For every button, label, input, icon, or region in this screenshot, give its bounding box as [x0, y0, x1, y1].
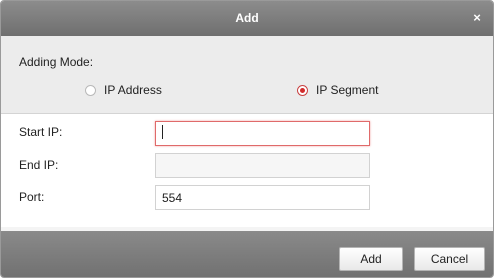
radio-ip-address-label: IP Address	[104, 83, 162, 97]
dialog-footer: Add Cancel	[1, 231, 493, 277]
port-label: Port:	[19, 190, 45, 204]
dialog-title: Add	[235, 11, 259, 25]
close-icon[interactable]: ×	[469, 1, 485, 36]
add-dialog: Add × Adding Mode: IP Address IP Segment…	[0, 0, 494, 278]
radio-ip-segment-label: IP Segment	[316, 83, 379, 97]
radio-ip-segment-button[interactable]	[297, 84, 308, 96]
port-input[interactable]	[155, 185, 370, 210]
text-caret	[162, 125, 163, 139]
adding-mode-section: Adding Mode: IP Address IP Segment	[1, 36, 493, 114]
cancel-button[interactable]: Cancel	[414, 247, 485, 271]
start-ip-label: Start IP:	[19, 125, 63, 139]
dialog-titlebar[interactable]: Add ×	[1, 1, 493, 36]
radio-ip-address[interactable]: IP Address	[85, 81, 162, 99]
end-ip-input[interactable]	[155, 153, 370, 178]
start-ip-input[interactable]	[155, 121, 370, 146]
radio-ip-segment[interactable]: IP Segment	[297, 81, 378, 99]
radio-ip-address-button[interactable]	[85, 84, 96, 96]
add-button[interactable]: Add	[339, 247, 403, 271]
adding-mode-label: Adding Mode:	[19, 55, 94, 69]
end-ip-label: End IP:	[19, 158, 59, 172]
ip-fields-section: Start IP: End IP: Port:	[1, 114, 493, 227]
